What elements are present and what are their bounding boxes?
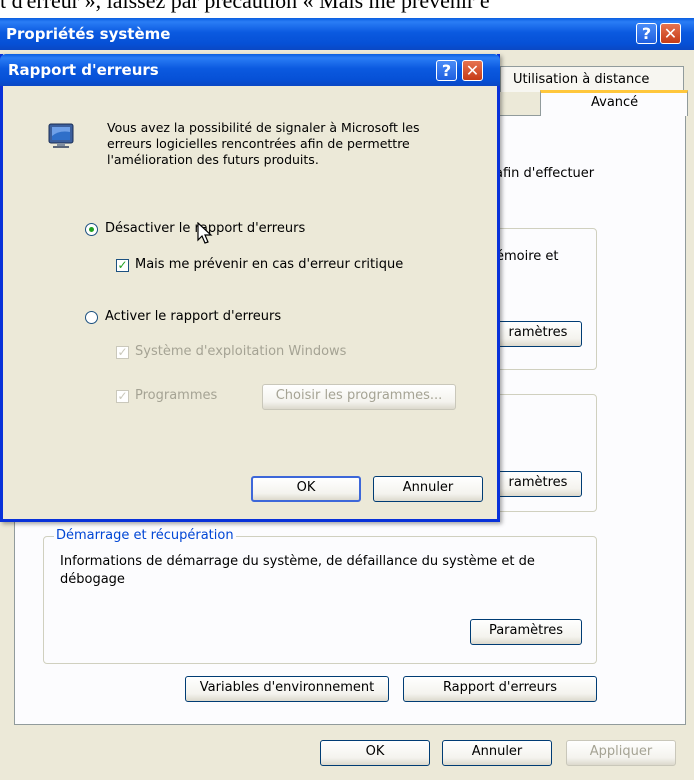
performance-settings-label: ramètres xyxy=(508,325,568,340)
tab-advanced-label: Avancé xyxy=(591,95,639,110)
error-report-close-icon[interactable]: ✕ xyxy=(462,60,483,81)
programs-checkbox[interactable]: ✓ xyxy=(116,390,129,403)
choose-programs-button[interactable]: Choisir les programmes... xyxy=(262,384,456,410)
environment-variables-button[interactable]: Variables d'environnement xyxy=(185,676,389,702)
tab-remote-label: Utilisation à distance xyxy=(513,72,650,87)
startup-settings-button[interactable]: Paramètres xyxy=(470,619,582,645)
windows-os-label: Système d'exploitation Windows xyxy=(135,344,347,359)
user-profiles-settings-label: ramètres xyxy=(508,475,568,490)
enable-error-report-label[interactable]: Activer le rapport d'erreurs xyxy=(105,309,281,324)
error-report-dialog: Rapport d'erreurs ? ✕ Vous avez la possi… xyxy=(0,54,500,522)
error-report-help-icon[interactable]: ? xyxy=(436,60,457,81)
programs-label: Programmes xyxy=(135,388,218,403)
tab-remote[interactable]: Utilisation à distance xyxy=(500,66,684,92)
performance-text-fragment: afin d'effectuer xyxy=(495,166,595,181)
enable-error-report-radio[interactable] xyxy=(85,311,98,324)
system-ok-button[interactable]: OK xyxy=(320,740,430,766)
computer-icon xyxy=(47,118,79,150)
disable-error-report-radio[interactable] xyxy=(85,223,98,236)
error-report-info-text: Vous avez la possibilité de signaler à M… xyxy=(107,120,420,167)
system-properties-help-icon[interactable]: ? xyxy=(636,23,657,44)
notify-critical-label[interactable]: Mais me prévenir en cas d'erreur critiqu… xyxy=(135,257,403,272)
error-report-title: Rapport d'erreurs xyxy=(8,61,159,79)
error-report-ok-button[interactable]: OK xyxy=(251,476,361,502)
page-caption-fragment: t d'erreur », laissez par précaution « M… xyxy=(0,0,490,13)
error-report-button[interactable]: Rapport d'erreurs xyxy=(403,676,597,702)
memory-text-fragment: émoire et xyxy=(496,249,559,264)
windows-os-checkbox[interactable]: ✓ xyxy=(116,346,129,359)
startup-recovery-description: Informations de démarrage du système, de… xyxy=(60,554,535,587)
notify-critical-checkbox[interactable]: ✓ xyxy=(116,259,129,272)
mouse-cursor-icon xyxy=(197,221,215,246)
system-apply-button[interactable]: Appliquer xyxy=(566,740,676,766)
system-cancel-button[interactable]: Annuler xyxy=(442,740,552,766)
system-properties-title: Propriétés système xyxy=(6,25,171,43)
error-report-cancel-button[interactable]: Annuler xyxy=(373,476,483,502)
system-properties-titlebar[interactable]: Propriétés système ? ✕ xyxy=(0,18,694,50)
startup-recovery-group: Démarrage et récupération Informations d… xyxy=(43,528,597,664)
error-report-titlebar[interactable]: Rapport d'erreurs ? ✕ xyxy=(0,54,500,86)
system-properties-close-icon[interactable]: ✕ xyxy=(660,23,681,44)
startup-recovery-title: Démarrage et récupération xyxy=(54,528,236,543)
tab-advanced[interactable]: Avancé xyxy=(540,90,688,116)
